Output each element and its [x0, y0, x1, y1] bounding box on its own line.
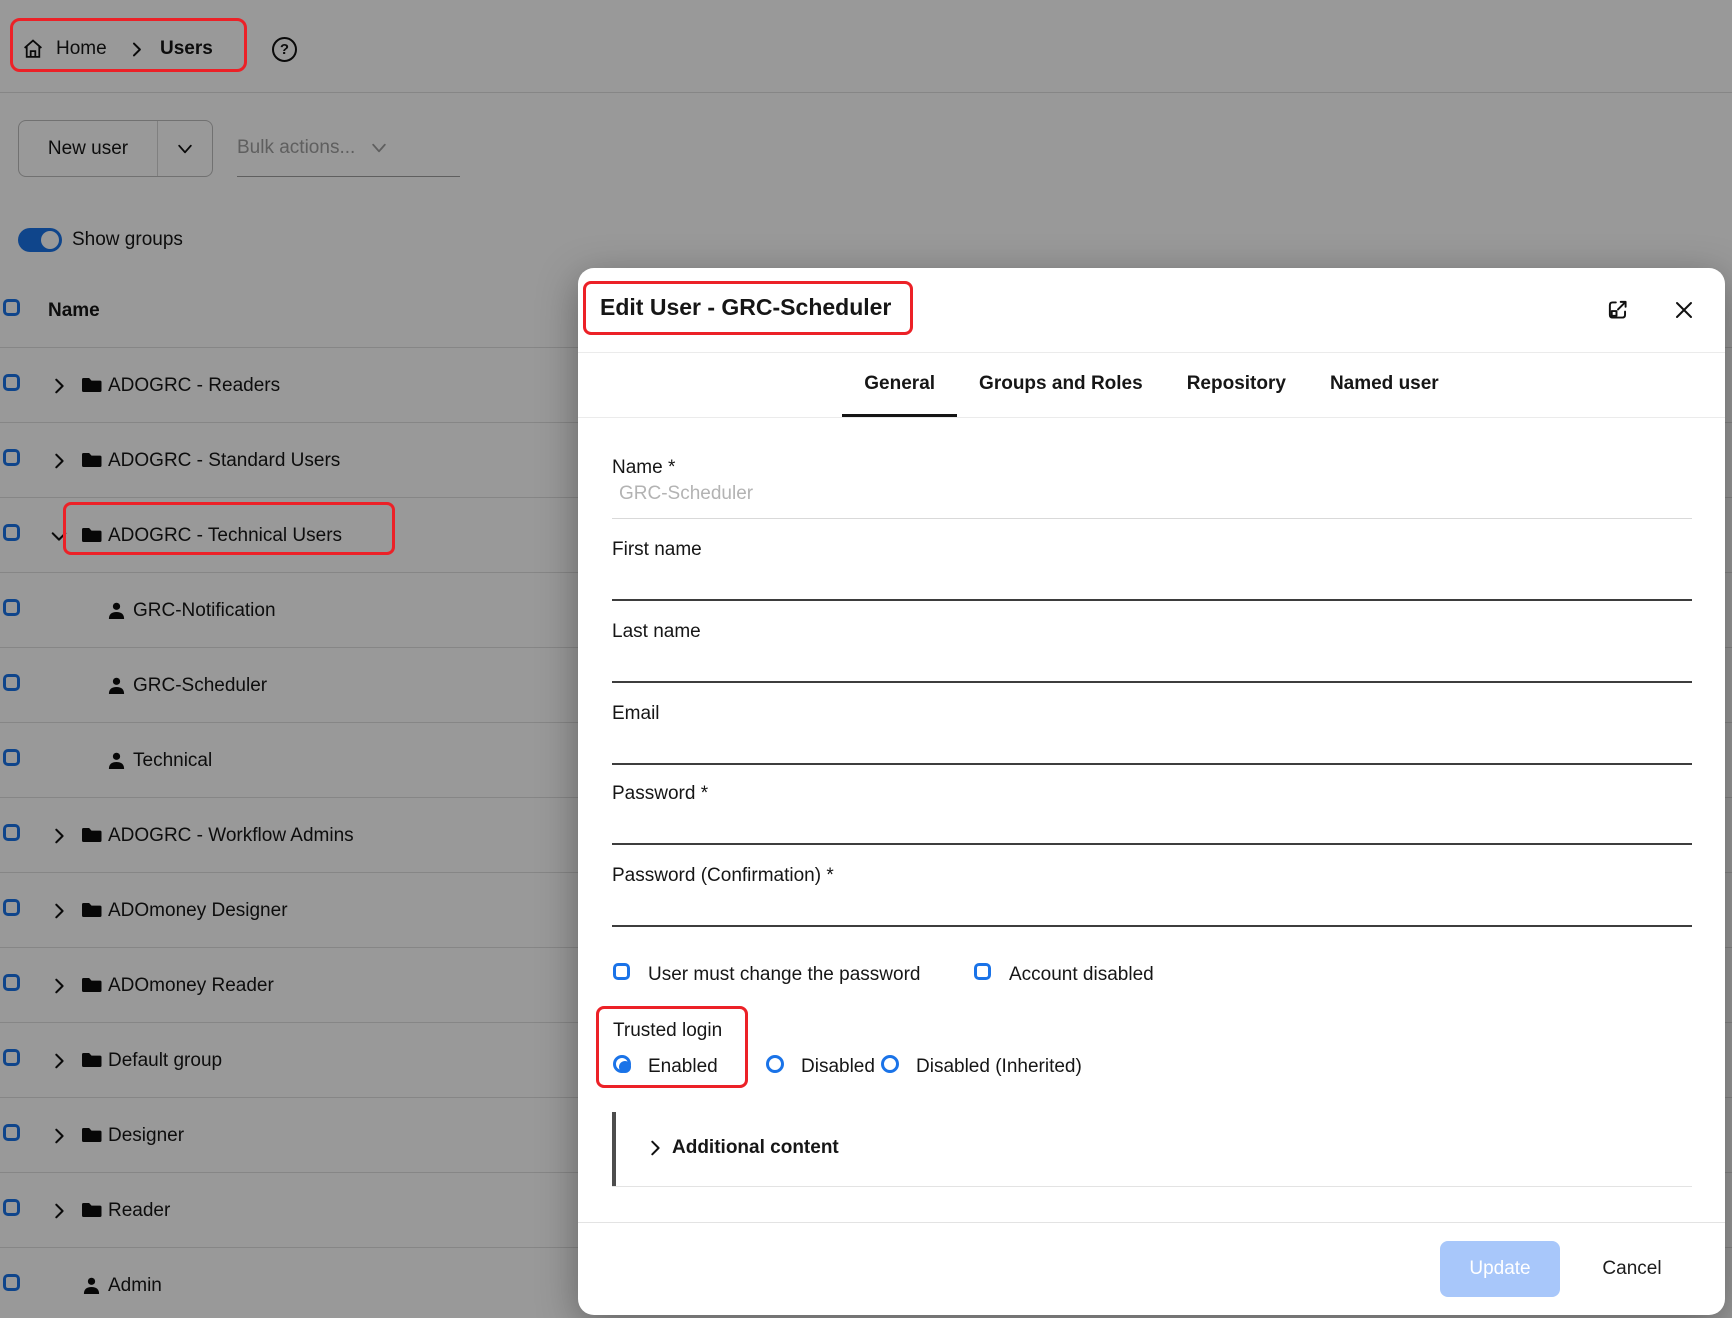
- field-label: Name *: [612, 457, 675, 479]
- form-field: Name * GRC-Scheduler: [612, 455, 1692, 519]
- form-field: Last name: [612, 619, 1692, 683]
- additional-content-toggle[interactable]: Additional content: [672, 1137, 839, 1159]
- field-underline: [612, 763, 1692, 765]
- field-label: Password *: [612, 783, 708, 805]
- dialog-title: Edit User - GRC-Scheduler: [600, 294, 891, 321]
- checkbox-row: User must change the password Account dis…: [578, 963, 1725, 987]
- field-input[interactable]: GRC-Scheduler: [619, 483, 753, 505]
- modal-checkbox[interactable]: [974, 963, 991, 980]
- modal-checkbox[interactable]: [613, 963, 630, 980]
- update-button[interactable]: Update: [1440, 1241, 1560, 1297]
- form-field: Password (Confirmation) *: [612, 863, 1692, 927]
- edit-user-dialog: Edit User - GRC-Scheduler GeneralGroups …: [578, 268, 1725, 1315]
- field-underline: [612, 925, 1692, 927]
- radio-disabled[interactable]: [766, 1055, 784, 1073]
- radio-enabled[interactable]: [613, 1055, 631, 1073]
- form-field: Email: [612, 701, 1692, 765]
- form-field: First name: [612, 537, 1692, 601]
- close-icon[interactable]: [1670, 296, 1697, 323]
- field-label: Last name: [612, 621, 701, 643]
- tab-repository[interactable]: Repository: [1165, 353, 1308, 417]
- dialog-tabs: GeneralGroups and RolesRepositoryNamed u…: [578, 353, 1725, 418]
- tab-groups-and-roles[interactable]: Groups and Roles: [957, 353, 1165, 417]
- field-label: Email: [612, 703, 660, 725]
- field-underline: [612, 843, 1692, 845]
- chevron-right-icon[interactable]: [646, 1139, 664, 1157]
- tab-named-user[interactable]: Named user: [1308, 353, 1461, 417]
- trusted-login-options: Enabled Disabled Disabled (Inherited): [578, 1055, 1725, 1079]
- field-label: Password (Confirmation) *: [612, 865, 834, 887]
- users-admin-screen: Home Users ? New user Bulk actions...: [0, 0, 1732, 1318]
- field-label: First name: [612, 539, 702, 561]
- footer-divider: [578, 1222, 1725, 1223]
- checkbox-label: Account disabled: [1009, 963, 1154, 987]
- cancel-button[interactable]: Cancel: [1582, 1241, 1682, 1297]
- field-underline: [612, 599, 1692, 601]
- tab-general[interactable]: General: [842, 353, 957, 417]
- radio-label: Disabled: [801, 1055, 875, 1079]
- trusted-login-label: Trusted login: [613, 1020, 722, 1042]
- field-underline: [612, 681, 1692, 683]
- radio-dot: [619, 1061, 631, 1073]
- content-divider: [612, 1186, 1692, 1187]
- field-underline: [612, 518, 1692, 519]
- radio-label: Enabled: [648, 1055, 718, 1079]
- radio-disabled--inherited-[interactable]: [881, 1055, 899, 1073]
- radio-label: Disabled (Inherited): [916, 1055, 1082, 1079]
- additional-content-bar: [612, 1112, 616, 1186]
- form-field: Password *: [612, 781, 1692, 845]
- expand-dialog-icon[interactable]: [1604, 296, 1631, 323]
- checkbox-label: User must change the password: [648, 963, 920, 987]
